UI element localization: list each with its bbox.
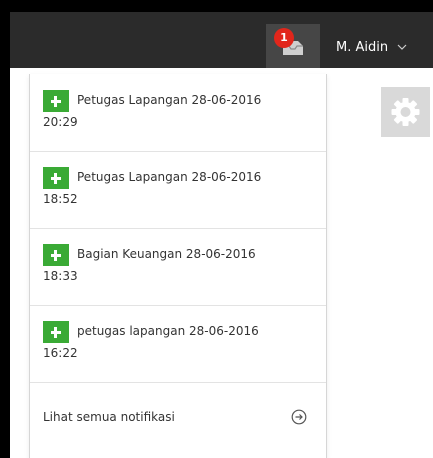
- app-frame: 1 M. Aidin Petugas Lapangan 28-06-2016 2…: [10, 12, 433, 458]
- user-menu[interactable]: M. Aidin: [336, 37, 407, 57]
- notification-title: Petugas Lapangan 28-06-2016: [77, 170, 262, 184]
- notification-item[interactable]: Petugas Lapangan 28-06-2016 20:29: [30, 74, 326, 152]
- notification-item[interactable]: petugas lapangan 28-06-2016 16:22: [30, 305, 326, 383]
- notification-time: 18:52: [43, 192, 78, 206]
- notification-text: Bagian Keuangan 28-06-2016 18:33: [43, 244, 313, 286]
- notification-dropdown: Petugas Lapangan 28-06-2016 20:29 Petuga…: [29, 74, 327, 458]
- notification-text: Petugas Lapangan 28-06-2016 18:52: [43, 167, 313, 209]
- see-all-label: Lihat semua notifikasi: [43, 410, 175, 424]
- user-name: M. Aidin: [336, 39, 389, 55]
- notification-text: Petugas Lapangan 28-06-2016 20:29: [43, 90, 313, 132]
- top-navbar: 1 M. Aidin: [10, 12, 433, 68]
- notification-title: Petugas Lapangan 28-06-2016: [77, 93, 262, 107]
- gear-icon: [391, 98, 420, 126]
- notification-time: 16:22: [43, 346, 78, 360]
- notification-button[interactable]: 1: [266, 24, 320, 68]
- notification-item[interactable]: Bagian Keuangan 28-06-2016 18:33: [30, 228, 326, 306]
- chevron-down-icon: [397, 44, 407, 50]
- notification-count-badge: 1: [274, 28, 294, 48]
- notification-time: 20:29: [43, 115, 78, 129]
- notification-text: petugas lapangan 28-06-2016 16:22: [43, 321, 313, 363]
- see-all-notifications-link[interactable]: Lihat semua notifikasi: [30, 382, 326, 458]
- notification-item[interactable]: Petugas Lapangan 28-06-2016 18:52: [30, 151, 326, 229]
- notification-time: 18:33: [43, 269, 78, 283]
- notification-title: petugas lapangan 28-06-2016: [77, 324, 259, 338]
- arrow-right-circle-icon: [291, 409, 307, 425]
- settings-button[interactable]: [381, 87, 430, 137]
- notification-title: Bagian Keuangan 28-06-2016: [77, 247, 256, 261]
